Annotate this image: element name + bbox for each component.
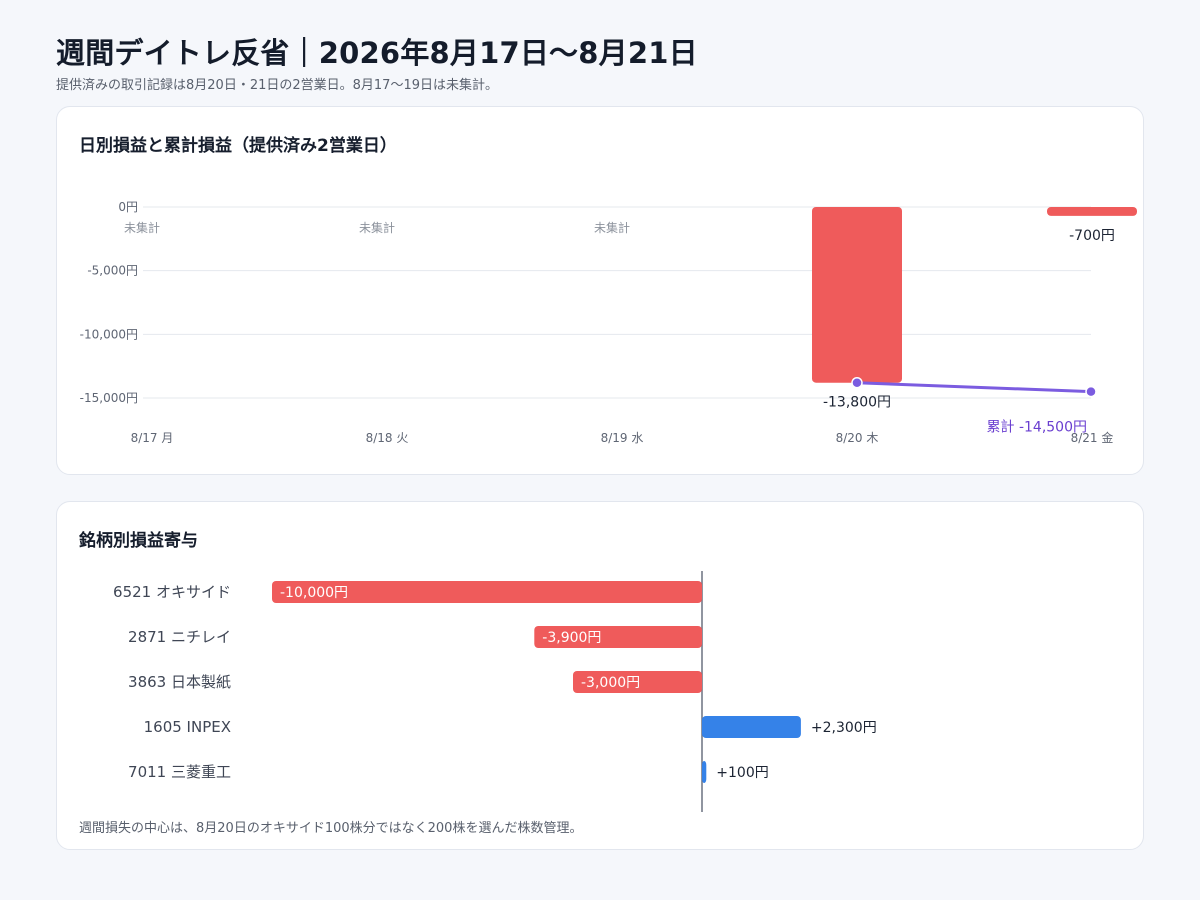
contribution-note: 週間損失の中心は、8月20日のオキサイド100株分ではなく200株を選んだ株数管… <box>79 821 583 836</box>
daily-pnl-chart: 0円 -5,000円 -10,000円 -15,000円 8/17 月 8/18 火 8/1… <box>80 200 1137 445</box>
bar-value-label: -10,000円 <box>280 585 348 601</box>
y-tick-label: -10,000円 <box>80 327 138 341</box>
contribution-bar <box>702 761 707 783</box>
daily-pnl-bar <box>1047 207 1137 216</box>
page-subtitle: 提供済みの取引記録は8月20日・21日の2営業日。8月17〜19日は未集計。 <box>56 78 498 93</box>
cumulative-point <box>851 376 863 389</box>
bar-value-label: +2,300円 <box>811 720 877 736</box>
cumulative-line <box>856 381 1092 394</box>
stock-label: 3863 日本製紙 <box>128 673 231 691</box>
daily-pnl-bar <box>812 207 902 383</box>
cumulative-point <box>1085 385 1097 398</box>
stock-contribution-chart: 6521 オキサイド -10,000円 2871 ニチレイ -3,900円 3863 日… <box>113 571 877 812</box>
x-tick-label: 8/19 水 <box>601 431 644 445</box>
y-tick-label: -5,000円 <box>87 264 138 278</box>
bar-value-label: -3,000円 <box>581 675 640 691</box>
missing-data-label: 未集計 <box>359 220 395 235</box>
bar-value-label: -13,800円 <box>823 395 891 411</box>
bar-value-label: +100円 <box>716 765 768 781</box>
missing-data-label: 未集計 <box>124 220 160 235</box>
x-tick-label: 8/20 木 <box>836 431 879 445</box>
cumulative-label: 累計 -14,500円 <box>987 420 1088 436</box>
y-tick-label: 0円 <box>118 200 138 214</box>
missing-data-label: 未集計 <box>594 220 630 235</box>
y-tick-label: -15,000円 <box>80 391 138 405</box>
x-tick-label: 8/17 月 <box>131 431 174 445</box>
x-tick-label: 8/18 火 <box>366 431 409 445</box>
stock-contribution-card: 銘柄別損益寄与 6521 オキサイド -10,000円 2871 ニチレイ -3,90… <box>56 501 1144 850</box>
bar-value-label: -3,900円 <box>542 630 601 646</box>
bar-value-label: -700円 <box>1069 228 1115 244</box>
daily-pnl-card: 日別損益と累計損益（提供済み2営業日） 0円 -5,000円 -10,000円 -15… <box>56 106 1144 475</box>
stock-label: 1605 INPEX <box>144 718 231 736</box>
stock-label: 6521 オキサイド <box>113 583 231 601</box>
contribution-bar <box>702 716 801 738</box>
page-title: 週間デイトレ反省｜2026年8月17日〜8月21日 <box>56 36 698 70</box>
stock-label: 7011 三菱重工 <box>128 763 231 781</box>
stock-label: 2871 ニチレイ <box>128 628 231 646</box>
